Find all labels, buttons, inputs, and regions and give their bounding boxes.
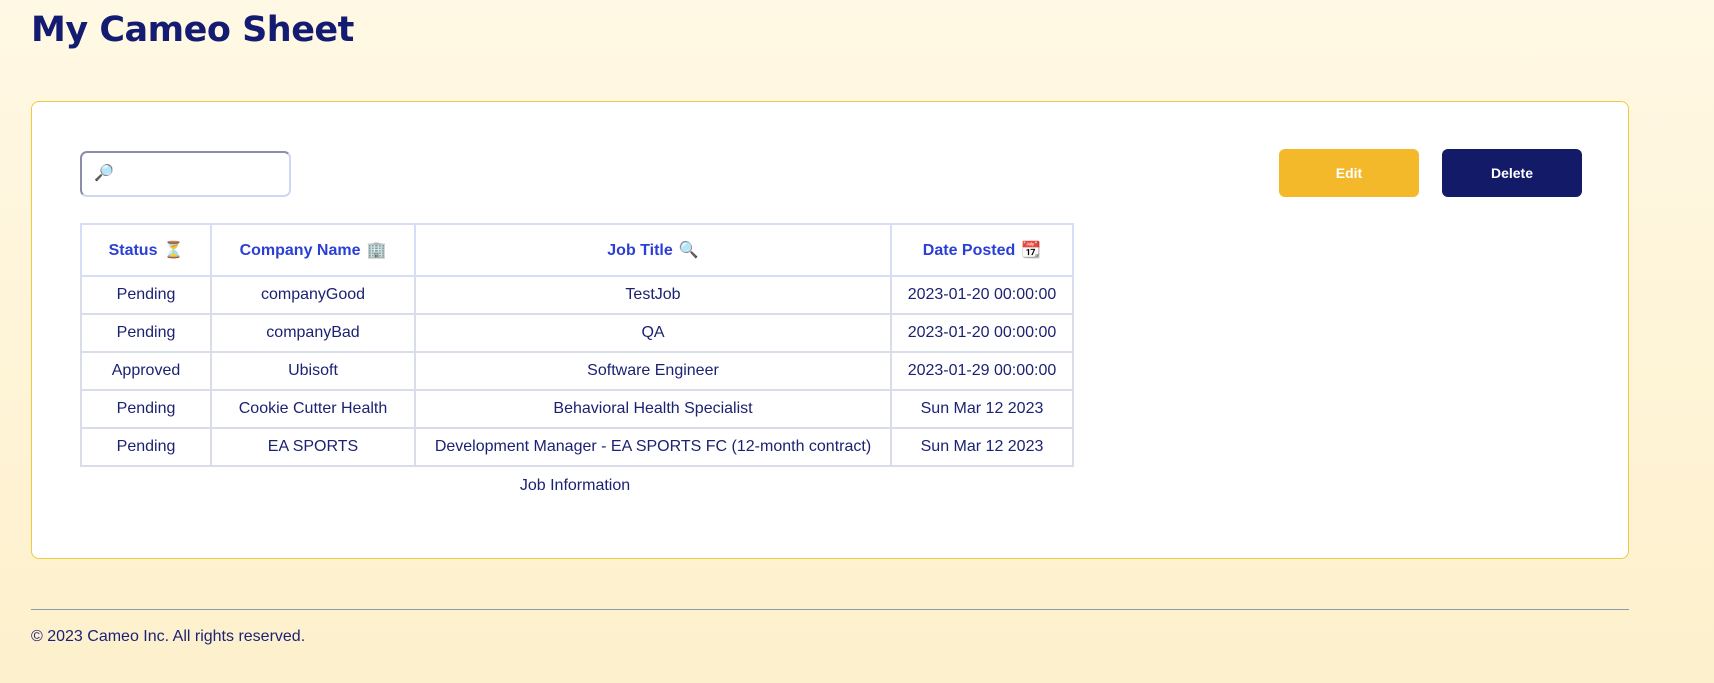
cell-status: Pending [80,313,212,353]
calendar-icon: 📆 [1021,242,1042,259]
cell-date-posted: 2023-01-20 00:00:00 [890,313,1074,353]
cell-company: Ubisoft [210,351,416,391]
cell-company: Cookie Cutter Health [210,389,416,429]
cell-job-title: QA [414,313,892,353]
table-row[interactable]: Pending companyBad QA 2023-01-20 00:00:0… [80,313,1074,353]
cell-job-title: Behavioral Health Specialist [414,389,892,429]
column-header-date-posted[interactable]: Date Posted 📆 [890,223,1074,277]
cell-status: Pending [80,427,212,467]
search-field[interactable]: 🔎 [80,151,291,197]
column-header-label: Job Title [607,242,673,259]
table-row[interactable]: Approved Ubisoft Software Engineer 2023-… [80,351,1074,391]
office-building-icon: 🏢 [366,242,387,259]
column-header-job-title[interactable]: Job Title 🔍 [414,223,892,277]
hourglass-icon: ⏳ [163,242,184,259]
cell-job-title: Development Manager - EA SPORTS FC (12-m… [414,427,892,467]
cell-date-posted: Sun Mar 12 2023 [890,389,1074,429]
table-header-row: Status ⏳ Company Name 🏢 Job Title 🔍 Date Po… [80,223,1074,277]
table-caption: Job Information [519,477,631,494]
table-row[interactable]: Pending EA SPORTS Development Manager - … [80,427,1074,467]
table-row[interactable]: Pending companyGood TestJob 2023-01-20 0… [80,275,1074,315]
column-header-label: Date Posted [922,242,1016,259]
cell-company: EA SPORTS [210,427,416,467]
search-icon: 🔎 [94,165,114,182]
cell-status: Approved [80,351,212,391]
edit-button[interactable]: Edit [1279,149,1419,197]
cell-date-posted: 2023-01-20 00:00:00 [890,275,1074,315]
jobs-table: Status ⏳ Company Name 🏢 Job Title 🔍 Date Po… [80,223,1074,467]
column-header-label: Company Name [239,242,361,259]
cell-date-posted: 2023-01-29 00:00:00 [890,351,1074,391]
job-card: 🔎 Edit Delete Status ⏳ Company Name 🏢 Job … [31,101,1629,559]
footer-copyright: © 2023 Cameo Inc. All rights reserved. [31,628,306,645]
cell-job-title: TestJob [414,275,892,315]
table-row[interactable]: Pending Cookie Cutter Health Behavioral … [80,389,1074,429]
page-title: My Cameo Sheet [31,10,354,50]
magnifier-icon: 🔍 [678,242,699,259]
delete-button[interactable]: Delete [1442,149,1582,197]
column-header-label: Status [108,242,158,259]
search-input[interactable] [119,165,280,183]
cell-job-title: Software Engineer [414,351,892,391]
cell-company: companyBad [210,313,416,353]
cell-status: Pending [80,389,212,429]
footer-divider [31,609,1629,610]
cell-status: Pending [80,275,212,315]
column-header-company[interactable]: Company Name 🏢 [210,223,416,277]
column-header-status[interactable]: Status ⏳ [80,223,212,277]
cell-date-posted: Sun Mar 12 2023 [890,427,1074,467]
cell-company: companyGood [210,275,416,315]
